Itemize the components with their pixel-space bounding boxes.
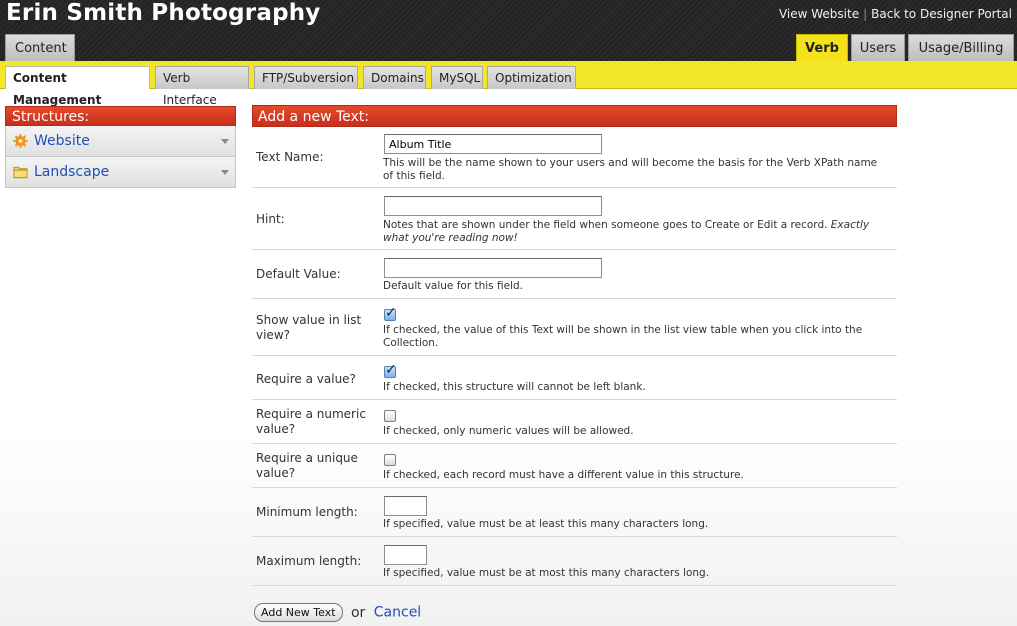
hint-help: Notes that are shown under the field whe…: [383, 219, 883, 245]
sidebar-item-label: Landscape: [34, 164, 110, 180]
chevron-down-icon[interactable]: [221, 170, 229, 175]
row-text-name: Text Name: This will be the name shown t…: [252, 127, 897, 188]
or-text: or: [350, 604, 366, 621]
tab-usage-billing[interactable]: Usage/Billing: [908, 34, 1014, 61]
site-title: Erin Smith Photography: [6, 0, 321, 26]
require-unique-help: If checked, each record must have a diff…: [383, 469, 744, 481]
top-links: View Website | Back to Designer Portal: [779, 7, 1012, 21]
checkmark-icon: ✓: [385, 362, 397, 378]
require-numeric-help: If checked, only numeric values will be …: [383, 425, 634, 437]
sidebar-title: Structures:: [5, 106, 236, 126]
show-in-list-help: If checked, the value of this Text will …: [383, 324, 863, 349]
link-separator: |: [863, 7, 868, 21]
show-in-list-label: Show value in list view?: [256, 313, 362, 342]
sidebar-item-label: Website: [34, 133, 90, 149]
subtab-domains[interactable]: Domains: [363, 66, 426, 89]
add-text-panel: Add a new Text:: [252, 105, 897, 127]
default-value-help: Default value for this field.: [383, 280, 523, 292]
min-length-label: Minimum length:: [256, 505, 358, 519]
tab-verb[interactable]: Verb: [796, 34, 848, 61]
sidebar-item-website[interactable]: Website: [5, 126, 236, 157]
default-value-input[interactable]: [384, 258, 602, 278]
gear-icon: [13, 134, 28, 148]
cancel-link[interactable]: Cancel: [374, 605, 421, 621]
row-show-in-list: Show value in list view? ✓ If checked, t…: [252, 299, 897, 356]
structures-sidebar: Structures: Website Landscape: [5, 106, 236, 188]
folder-icon: [13, 166, 28, 179]
back-to-portal-link[interactable]: Back to Designer Portal: [871, 7, 1012, 21]
text-name-input[interactable]: [384, 134, 602, 154]
max-length-input[interactable]: [384, 545, 427, 565]
view-website-link[interactable]: View Website: [779, 7, 859, 21]
row-require-unique: Require a unique value? If checked, each…: [252, 444, 897, 488]
sidebar-item-landscape[interactable]: Landscape: [5, 157, 236, 188]
hint-input[interactable]: [384, 196, 602, 216]
add-new-text-button[interactable]: Add New Text: [254, 603, 343, 622]
subtab-ftp-subversion[interactable]: FTP/Subversion: [254, 66, 358, 89]
row-require-numeric: Require a numeric value? If checked, onl…: [252, 400, 897, 444]
require-value-help: If checked, this structure will cannot b…: [383, 381, 646, 393]
require-numeric-checkbox[interactable]: [384, 410, 396, 422]
sub-navigation: Content Management Verb Interface FTP/Su…: [0, 61, 1017, 107]
tab-users[interactable]: Users: [851, 34, 905, 61]
chevron-down-icon[interactable]: [221, 139, 229, 144]
show-in-list-checkbox[interactable]: ✓: [384, 305, 397, 321]
subtab-mysql[interactable]: MySQL: [431, 66, 483, 89]
top-header: Erin Smith Photography View Website | Back…: [0, 0, 1017, 61]
subtab-content-management[interactable]: Content Management: [5, 66, 150, 107]
row-hint: Hint: Notes that are shown under the fie…: [252, 188, 897, 250]
max-length-help: If specified, value must be at most this…: [383, 567, 710, 579]
default-value-label: Default Value:: [256, 267, 341, 281]
text-name-label: Text Name:: [256, 150, 324, 164]
panel-title: Add a new Text:: [252, 105, 897, 127]
require-unique-label: Require a unique value?: [256, 451, 358, 480]
row-min-length: Minimum length: If specified, value must…: [252, 488, 897, 537]
min-length-input[interactable]: [384, 496, 427, 516]
text-name-help: This will be the name shown to your user…: [383, 157, 878, 182]
checkmark-icon: ✓: [385, 305, 397, 321]
require-value-checkbox[interactable]: ✓: [384, 362, 397, 378]
require-numeric-label: Require a numeric value?: [256, 407, 366, 436]
subtab-verb-interface[interactable]: Verb Interface: [155, 66, 249, 107]
hint-label: Hint:: [256, 212, 285, 226]
tab-content[interactable]: Content: [5, 34, 75, 61]
hint-help-text: Notes that are shown under the field whe…: [383, 219, 828, 231]
row-require-value: Require a value? ✓ If checked, this stru…: [252, 356, 897, 400]
subtab-optimization[interactable]: Optimization: [487, 66, 576, 89]
row-default-value: Default Value: Default value for this fi…: [252, 250, 897, 299]
row-max-length: Maximum length: If specified, value must…: [252, 537, 897, 586]
max-length-label: Maximum length:: [256, 554, 362, 568]
require-unique-checkbox[interactable]: [384, 454, 396, 466]
require-value-label: Require a value?: [256, 372, 356, 386]
min-length-help: If specified, value must be at least thi…: [383, 518, 709, 530]
form-actions: Add New Text or Cancel: [254, 603, 421, 622]
